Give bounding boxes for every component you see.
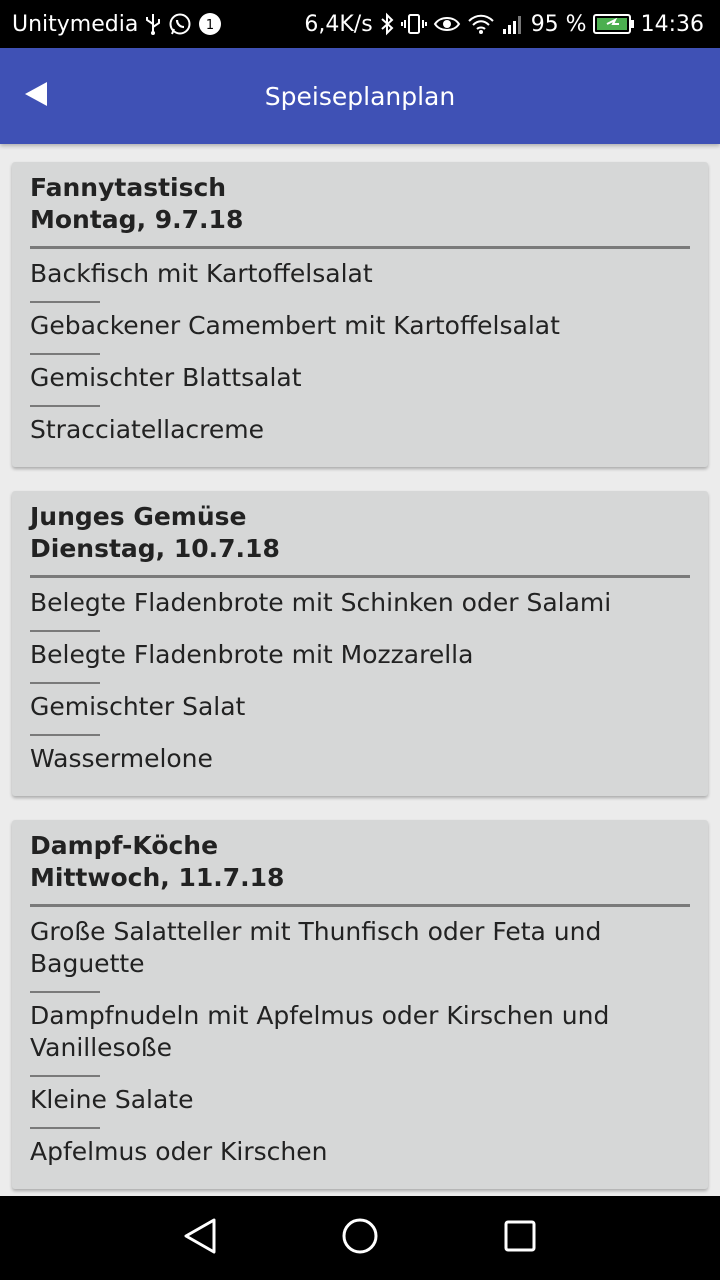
canteen-name: Dampf-Köche bbox=[30, 831, 219, 860]
back-button[interactable] bbox=[10, 70, 62, 122]
canteen-name: Fannytastisch bbox=[30, 173, 227, 202]
notification-badge-icon: 1 bbox=[198, 12, 222, 36]
menu-item: Dampfnudeln mit Apfelmus oder Kirschen u… bbox=[30, 991, 690, 1075]
system-nav-bar bbox=[0, 1196, 720, 1280]
day-card-monday: Fannytastisch Montag, 9.7.18 Backfisch m… bbox=[12, 162, 708, 467]
status-bar-right: 6,4K/s 95 % 14:36 bbox=[304, 12, 720, 37]
canteen-name: Junges Gemüse bbox=[30, 502, 247, 531]
clock: 14:36 bbox=[640, 11, 704, 37]
svg-text:1: 1 bbox=[206, 18, 214, 33]
menu-item: Backfisch mit Kartoffelsalat bbox=[30, 259, 373, 288]
menu-item: Belegte Fladenbrote mit Schinken oder Sa… bbox=[30, 588, 612, 617]
menu-item: Kleine Salate bbox=[30, 1075, 690, 1127]
status-bar-left: Unitymedia 1 bbox=[0, 12, 222, 37]
page-title: Speiseplanplan bbox=[264, 81, 456, 111]
menu-item: Belegte Fladenbrote mit Mozzarella bbox=[30, 630, 690, 682]
day-card-header: Fannytastisch Montag, 9.7.18 bbox=[30, 172, 690, 249]
day-date: Montag, 9.7.18 bbox=[30, 205, 244, 234]
day-card-header: Junges Gemüse Dienstag, 10.7.18 bbox=[30, 501, 690, 578]
menu-item: Gebackener Camembert mit Kartoffelsalat bbox=[30, 301, 690, 353]
nav-home-button[interactable] bbox=[336, 1214, 384, 1262]
back-triangle-icon bbox=[182, 1216, 218, 1260]
nav-back-button[interactable] bbox=[176, 1214, 224, 1262]
day-card-wednesday: Dampf-Köche Mittwoch, 11.7.18 Große Sala… bbox=[12, 820, 708, 1189]
bluetooth-icon bbox=[379, 12, 395, 36]
back-arrow-icon bbox=[21, 79, 51, 113]
menu-item: Wassermelone bbox=[30, 734, 690, 786]
whatsapp-icon bbox=[168, 12, 192, 36]
battery-percent: 95 % bbox=[530, 11, 587, 37]
menu-item: Große Salatteller mit Thunfisch oder Fet… bbox=[30, 917, 602, 978]
day-date: Dienstag, 10.7.18 bbox=[30, 534, 280, 563]
home-circle-icon bbox=[340, 1216, 380, 1260]
menu-item: Gemischter Blattsalat bbox=[30, 353, 690, 405]
nav-recents-button[interactable] bbox=[496, 1214, 544, 1262]
wifi-icon bbox=[467, 12, 495, 36]
day-date: Mittwoch, 11.7.18 bbox=[30, 863, 285, 892]
menu-list[interactable]: Fannytastisch Montag, 9.7.18 Backfisch m… bbox=[0, 144, 720, 1196]
app-bar: Speiseplanplan bbox=[0, 48, 720, 144]
signal-icon bbox=[501, 12, 525, 36]
carrier-name: Unitymedia bbox=[12, 11, 139, 37]
day-card-tuesday: Junges Gemüse Dienstag, 10.7.18 Belegte … bbox=[12, 491, 708, 796]
usb-icon bbox=[144, 12, 162, 36]
menu-item: Stracciatellacreme bbox=[30, 405, 690, 457]
eye-icon bbox=[433, 12, 461, 36]
menu-item: Apfelmus oder Kirschen bbox=[30, 1127, 690, 1179]
recents-square-icon bbox=[502, 1218, 538, 1258]
menu-item: Gemischter Salat bbox=[30, 682, 690, 734]
vibrate-icon bbox=[400, 12, 427, 36]
network-speed: 6,4K/s bbox=[304, 11, 373, 37]
day-card-header: Dampf-Köche Mittwoch, 11.7.18 bbox=[30, 830, 690, 907]
battery-icon bbox=[592, 13, 635, 35]
status-bar: Unitymedia 1 6,4K/s 95 % 14:36 bbox=[0, 0, 720, 48]
